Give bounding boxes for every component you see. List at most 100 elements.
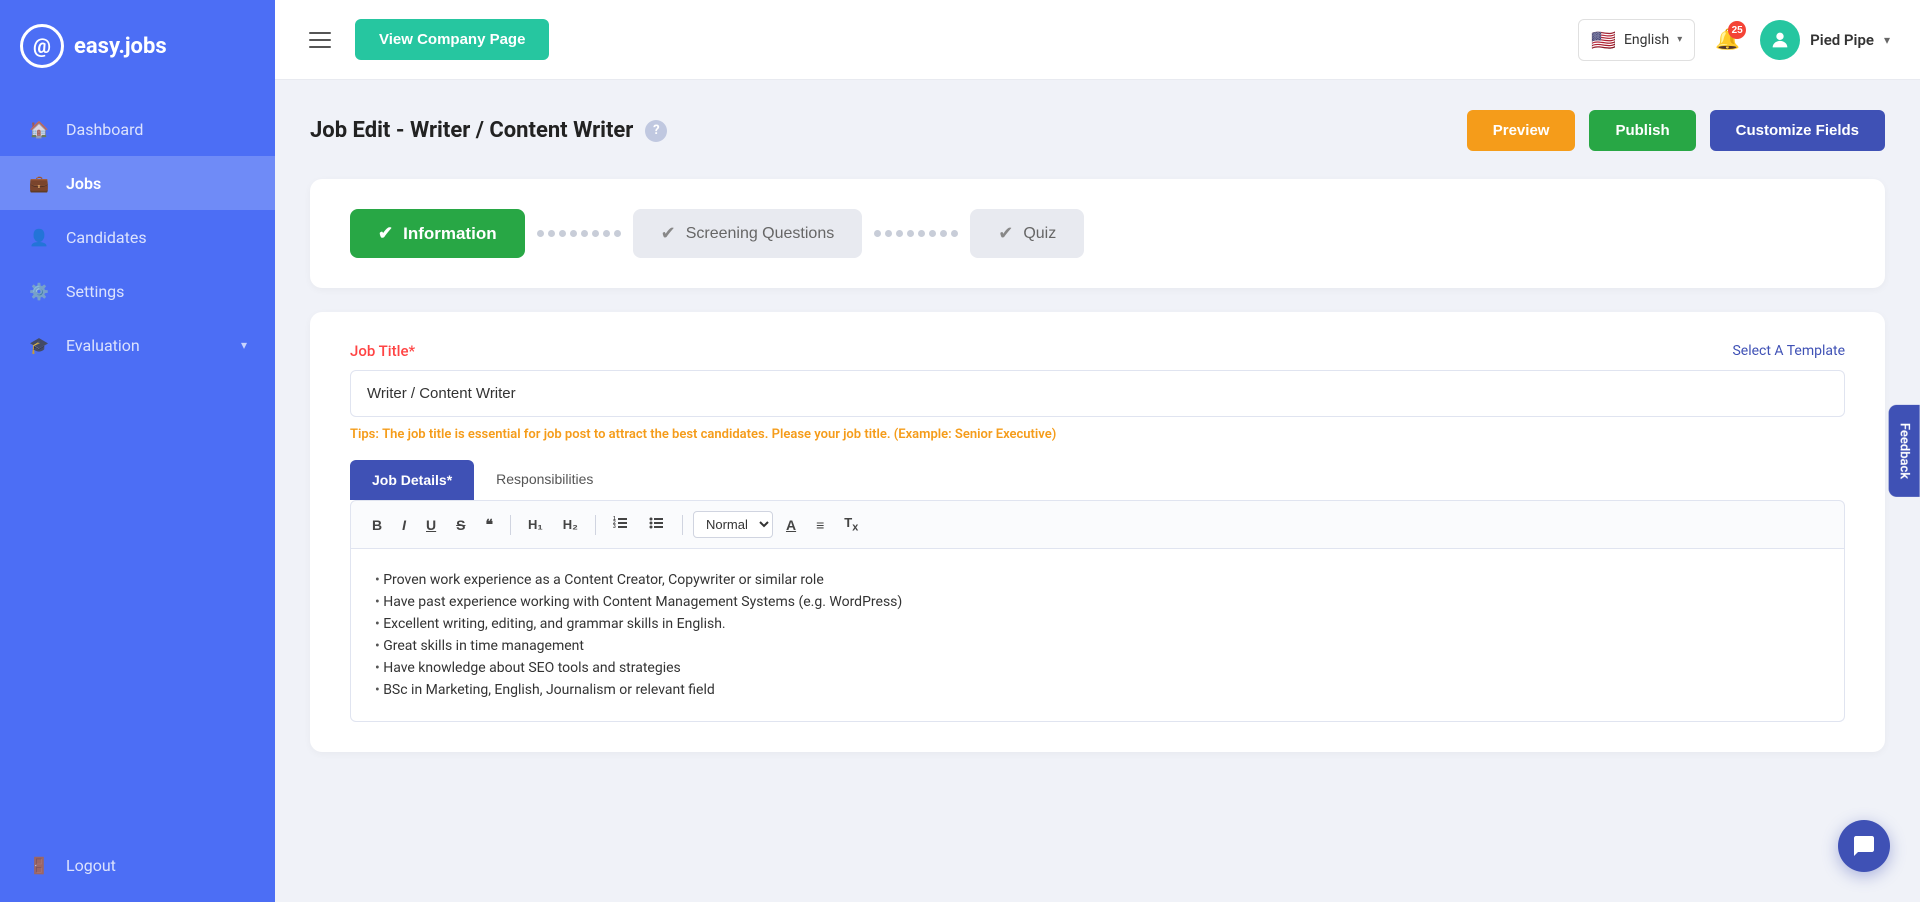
toolbar-divider-2: [595, 515, 596, 535]
sidebar-item-label: Evaluation: [66, 336, 140, 355]
header-right: 🇺🇸 English ▾ 🔔 25 Pied Pipe ▾: [1578, 19, 1890, 61]
dot: [896, 230, 903, 237]
toolbar-divider: [510, 515, 511, 535]
step-dots-2: [862, 230, 970, 237]
font-size-select[interactable]: Normal: [693, 511, 773, 538]
detail-tabs: Job Details* Responsibilities: [350, 460, 1845, 500]
view-company-button[interactable]: View Company Page: [355, 19, 549, 60]
ordered-list-button[interactable]: 123: [606, 511, 636, 538]
help-icon[interactable]: ?: [645, 120, 667, 142]
user-chevron-down-icon: ▾: [1884, 33, 1890, 47]
logo-icon: @: [20, 24, 64, 68]
editor-body[interactable]: Proven work experience as a Content Crea…: [350, 549, 1845, 722]
page-title: Job Edit - Writer / Content Writer: [310, 118, 633, 143]
user-avatar-icon: [1769, 29, 1791, 51]
hamburger-line: [309, 39, 331, 41]
step-dots-1: [525, 230, 633, 237]
notification-badge: 25: [1728, 21, 1746, 39]
unordered-list-button[interactable]: [642, 511, 672, 538]
step-quiz-button[interactable]: ✔ Quiz: [970, 209, 1084, 258]
hamburger-button[interactable]: [305, 28, 335, 52]
clear-format-button[interactable]: Tx: [837, 511, 865, 538]
publish-button[interactable]: Publish: [1589, 110, 1695, 151]
chevron-down-icon: ▾: [241, 338, 247, 352]
h2-button[interactable]: H₂: [556, 513, 585, 536]
logout-label: Logout: [66, 856, 116, 875]
job-title-field-header: Job Title* Select A Template: [350, 342, 1845, 360]
user-info[interactable]: Pied Pipe ▾: [1760, 20, 1890, 60]
h1-button[interactable]: H₁: [521, 513, 550, 536]
sidebar-item-candidates[interactable]: 👤 Candidates: [0, 210, 275, 264]
home-icon: 🏠: [28, 118, 50, 140]
step-information-button[interactable]: ✔ Information: [350, 209, 525, 258]
ordered-list-icon: 123: [613, 515, 629, 534]
sidebar-item-jobs[interactable]: 💼 Jobs: [0, 156, 275, 210]
page-title-row: Job Edit - Writer / Content Writer ?: [310, 118, 667, 143]
strikethrough-icon: S: [456, 517, 465, 533]
text-color-button[interactable]: A: [779, 513, 803, 537]
avatar: [1760, 20, 1800, 60]
job-title-label-text: Job Title: [350, 342, 408, 360]
header-left: View Company Page: [305, 19, 549, 60]
chat-icon: [1852, 834, 1876, 858]
italic-button[interactable]: I: [395, 513, 413, 537]
page-actions: Preview Publish Customize Fields: [1467, 110, 1885, 151]
tab-responsibilities[interactable]: Responsibilities: [474, 460, 615, 500]
chat-button[interactable]: [1838, 820, 1890, 872]
language-selector[interactable]: 🇺🇸 English ▾: [1578, 19, 1695, 61]
editor-list: Proven work experience as a Content Crea…: [375, 569, 1820, 701]
hamburger-line: [309, 46, 331, 48]
svg-text:3: 3: [613, 524, 616, 530]
underline-button[interactable]: U: [419, 513, 443, 537]
step-information: ✔ Information: [350, 209, 525, 258]
notification-button[interactable]: 🔔 25: [1715, 27, 1740, 52]
settings-icon: ⚙️: [28, 280, 50, 302]
step-screening-button[interactable]: ✔ Screening Questions: [633, 209, 863, 258]
align-button[interactable]: ≡: [809, 513, 831, 537]
sidebar-item-dashboard[interactable]: 🏠 Dashboard: [0, 102, 275, 156]
feedback-tab[interactable]: Feedback: [1888, 405, 1919, 497]
hamburger-line: [309, 32, 331, 34]
step-quiz: ✔ Quiz: [970, 209, 1084, 258]
jobs-icon: 💼: [28, 172, 50, 194]
preview-button[interactable]: Preview: [1467, 110, 1576, 151]
language-label: English: [1624, 32, 1669, 48]
dot: [570, 230, 577, 237]
text-color-icon: A: [786, 517, 796, 533]
customize-fields-button[interactable]: Customize Fields: [1710, 110, 1885, 151]
sidebar-item-evaluation[interactable]: 🎓 Evaluation ▾: [0, 318, 275, 372]
dot: [559, 230, 566, 237]
job-title-input[interactable]: [350, 370, 1845, 417]
content-area: Job Edit - Writer / Content Writer ? Pre…: [275, 80, 1920, 902]
sidebar-item-label: Jobs: [66, 174, 101, 193]
step-information-label: Information: [403, 224, 497, 244]
stepper: ✔ Information: [350, 209, 1845, 258]
list-item: Great skills in time management: [375, 635, 1820, 657]
evaluation-icon: 🎓: [28, 334, 50, 356]
main-area: View Company Page 🇺🇸 English ▾ 🔔 25 Pi: [275, 0, 1920, 902]
dot: [918, 230, 925, 237]
strikethrough-button[interactable]: S: [449, 513, 472, 537]
unordered-list-icon: [649, 515, 665, 534]
flag-icon: 🇺🇸: [1591, 28, 1616, 52]
logo-area: @ easy.jobs: [0, 0, 275, 92]
job-title-label: Job Title*: [350, 342, 415, 360]
dot: [907, 230, 914, 237]
sidebar-nav: 🏠 Dashboard 💼 Jobs 👤 Candidates ⚙️ Setti…: [0, 92, 275, 902]
sidebar-item-logout[interactable]: 🚪 Logout: [0, 838, 275, 892]
dot: [929, 230, 936, 237]
editor-toolbar: B I U S ❝ H₁ H₂ 123: [350, 500, 1845, 549]
dot: [951, 230, 958, 237]
list-item: Proven work experience as a Content Crea…: [375, 569, 1820, 591]
step-circle-check-icon: ✔: [661, 223, 676, 244]
italic-icon: I: [402, 517, 406, 533]
tab-job-details[interactable]: Job Details*: [350, 460, 474, 500]
quote-button[interactable]: ❝: [478, 512, 500, 537]
step-quiz-label: Quiz: [1023, 225, 1056, 243]
sidebar-bottom: 🚪 Logout: [0, 838, 275, 892]
bold-button[interactable]: B: [365, 513, 389, 537]
sidebar-item-settings[interactable]: ⚙️ Settings: [0, 264, 275, 318]
select-template-link[interactable]: Select A Template: [1732, 343, 1845, 359]
stepper-card: ✔ Information: [310, 179, 1885, 288]
underline-icon: U: [426, 517, 436, 533]
